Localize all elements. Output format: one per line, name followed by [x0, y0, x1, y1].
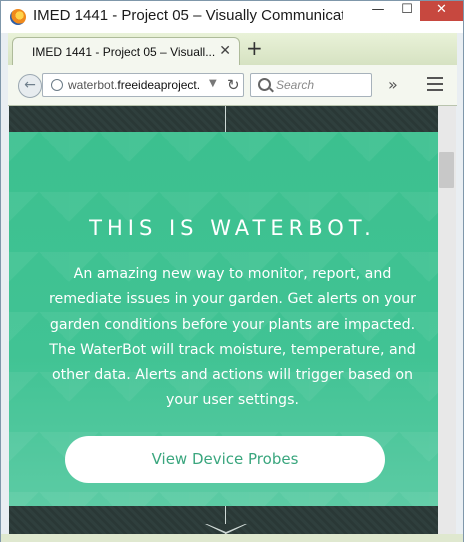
url-dropdown-icon[interactable]: ▼ [209, 78, 217, 89]
hero-description: An amazing new way to monitor, report, a… [48, 266, 416, 409]
tab-active[interactable]: IMED 1441 - Project 05 – Visuall... ✕ [12, 37, 240, 65]
chevron-down-icon[interactable] [205, 524, 247, 534]
scrollbar-thumb[interactable] [439, 152, 454, 188]
url-text: waterbot.freeideaproject. [68, 78, 206, 92]
tab-strip: IMED 1441 - Project 05 – Visuall... ✕ + [8, 33, 457, 65]
close-window-button[interactable]: ✕ [420, 1, 463, 21]
globe-icon [51, 79, 63, 91]
vertical-scrollbar[interactable] [438, 106, 456, 534]
reload-icon[interactable]: ↻ [227, 76, 240, 94]
back-arrow-icon[interactable]: ← [18, 74, 42, 98]
scroll-down-line [225, 106, 226, 132]
tab-close-icon[interactable]: ✕ [219, 43, 231, 59]
search-icon [258, 78, 271, 91]
hero-title: THIS IS WATERBOT. [89, 216, 376, 240]
view-device-probes-button[interactable]: View Device Probes [65, 436, 385, 483]
new-tab-button[interactable]: + [246, 38, 263, 58]
window-title: IMED 1441 - Project 05 – Visually Commun… [33, 7, 343, 24]
search-input[interactable]: Search [250, 73, 372, 97]
overflow-icon[interactable]: » [388, 75, 398, 94]
url-host: freeideaproject. [117, 78, 201, 92]
url-prefix: waterbot. [68, 78, 118, 92]
maximize-button[interactable]: ☐ [394, 1, 420, 21]
navigation-bar: ← waterbot.freeideaproject. ▼ ↻ Search » [8, 65, 457, 106]
hero-section: THIS IS WATERBOT. An amazing new way to … [9, 132, 456, 506]
url-bar[interactable]: waterbot.freeideaproject. ▼ ↻ [42, 73, 244, 97]
page-viewport: THIS IS WATERBOT. An amazing new way to … [9, 106, 456, 534]
browser-window: IMED 1441 - Project 05 – Visually Commun… [0, 0, 464, 542]
firefox-icon [10, 9, 26, 25]
menu-icon[interactable] [427, 77, 443, 91]
tab-label: IMED 1441 - Project 05 – Visuall... [32, 45, 216, 59]
window-bottom-border [1, 534, 463, 542]
search-placeholder: Search [276, 78, 315, 92]
title-bar: IMED 1441 - Project 05 – Visually Commun… [1, 1, 463, 33]
dark-header-band [9, 106, 456, 132]
minimize-button[interactable]: — [362, 1, 394, 21]
